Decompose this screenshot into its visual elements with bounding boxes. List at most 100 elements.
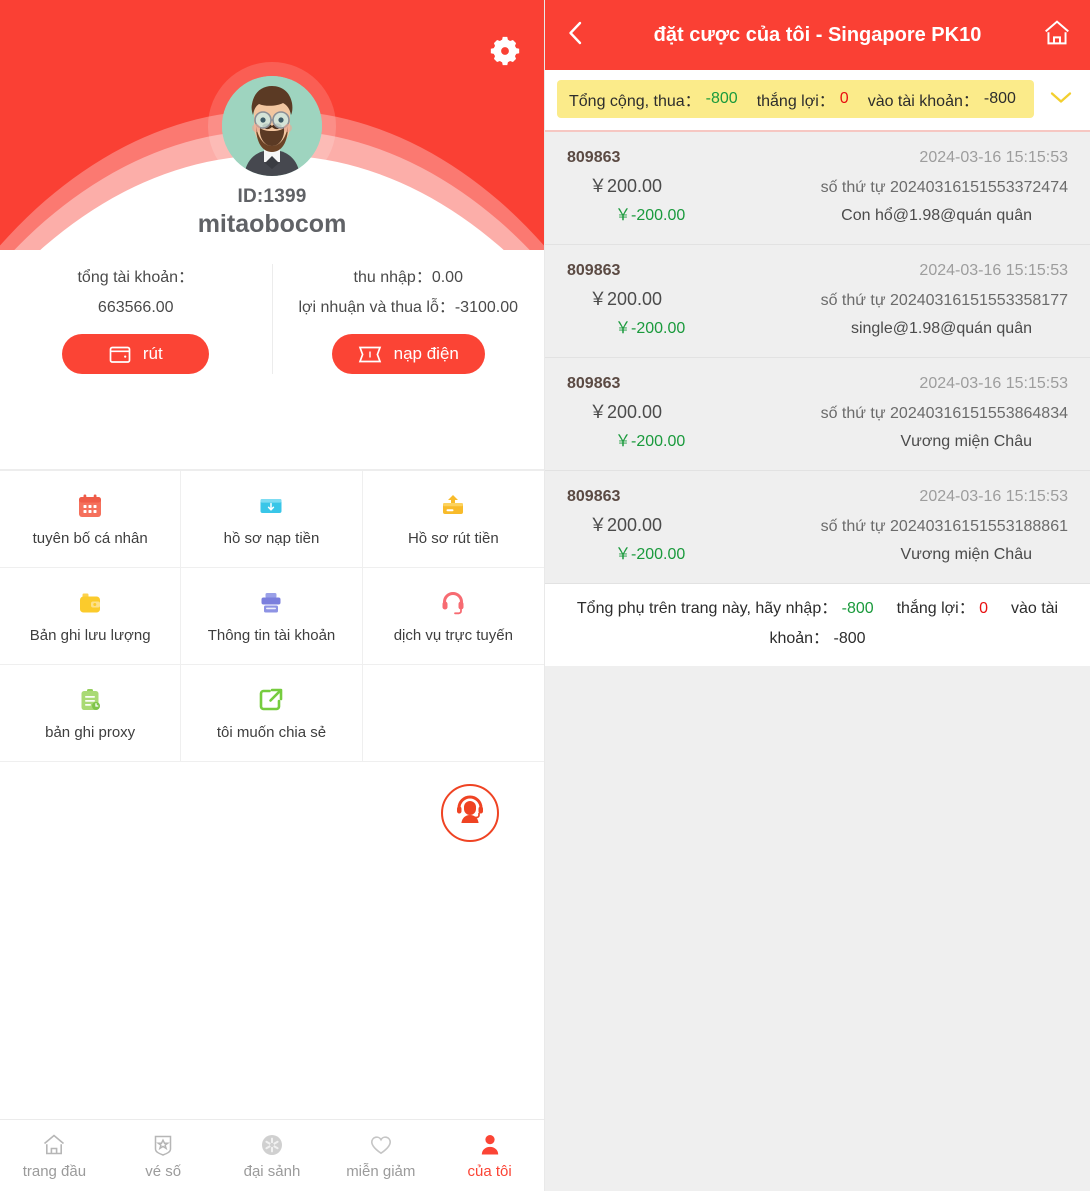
menu-item-label: Hồ sơ rút tiền [407, 530, 499, 547]
tab-discount[interactable]: miễn giảm [326, 1132, 435, 1180]
tab-lobby[interactable]: đại sảnh [218, 1132, 327, 1180]
avatar[interactable] [208, 62, 336, 190]
wallet-folder-icon [76, 588, 104, 618]
income-label: thu nhập： [353, 269, 432, 286]
menu-item-flow-record[interactable]: Bản ghi lưu lượng [0, 568, 182, 665]
menu-item-label: tôi muốn chia sẻ [216, 724, 327, 741]
summary-account-label: vào tài khoản： [867, 93, 979, 110]
tab-label: vé số [145, 1162, 182, 1180]
tab-label: đại sảnh [243, 1162, 301, 1180]
bet-row-line-2: ￥200.00 số thứ tự 20240316151553188861 [567, 511, 1068, 541]
bets-list: 809863 2024-03-16 15:15:53 ￥200.00 số th… [545, 132, 1090, 584]
summary-loss-value: -800 [705, 90, 738, 107]
bet-row[interactable]: 809863 2024-03-16 15:15:53 ￥200.00 số th… [545, 471, 1090, 584]
bet-row[interactable]: 809863 2024-03-16 15:15:53 ￥200.00 số th… [545, 132, 1090, 245]
page-total-prefix: Tổng phụ trên trang này, hãy nhập： [576, 600, 838, 617]
balance-total-col: tổng tài khoản： 663566.00 rút [0, 264, 273, 374]
menu-item-empty [362, 665, 544, 762]
bet-amount: ￥200.00 [589, 176, 663, 196]
calendar-icon [76, 491, 104, 521]
bottom-tabbar: trang đầu vé số đại sảnh miễn giảm của t… [0, 1119, 544, 1191]
tab-label: miễn giảm [346, 1162, 416, 1180]
app-root: ID:1399 mitaobocom tổng tài khoản： 66356… [0, 0, 1090, 1191]
headset-icon [439, 588, 467, 618]
menu-item-label: dịch vụ trực tuyến [393, 627, 513, 644]
bet-time: 2024-03-16 15:15:53 [919, 149, 1068, 166]
back-button[interactable] [563, 18, 603, 53]
bet-description: Vương miện Châu [900, 433, 1033, 450]
bets-header: đặt cược của tôi - Singapore PK10 [545, 0, 1090, 70]
profile-hero: ID:1399 mitaobocom [0, 0, 544, 250]
bet-id: 809863 [567, 262, 621, 279]
income-row: thu nhập：0.00 [281, 264, 537, 292]
bet-row[interactable]: 809863 2024-03-16 15:15:53 ￥200.00 số th… [545, 245, 1090, 358]
pnl-row: lợi nhuận và thua lỗ：-3100.00 [281, 292, 537, 324]
user-icon [477, 1132, 503, 1158]
bet-row[interactable]: 809863 2024-03-16 15:15:53 ￥200.00 số th… [545, 358, 1090, 471]
page-total-input-value: -800 [841, 600, 874, 617]
expand-summary-button[interactable] [1044, 87, 1078, 112]
deposit-button[interactable]: nạp điện [331, 334, 485, 374]
bet-id: 809863 [567, 488, 621, 505]
bet-row-line-3: ￥-200.00 Vương miện Châu [567, 428, 1068, 456]
menu-item-account-info[interactable]: Thông tin tài khoản [181, 568, 363, 665]
lottery-ticket-icon [150, 1132, 176, 1158]
menu-item-personal-statement[interactable]: tuyên bố cá nhân [0, 471, 182, 568]
page-total-win-value: 0 [979, 600, 989, 617]
headset-support-icon [452, 793, 488, 834]
income-value: 0.00 [431, 269, 463, 286]
bet-row-line-3: ￥-200.00 Con hổ@1.98@quán quân [567, 202, 1068, 230]
bet-amount: ￥200.00 [589, 402, 663, 422]
profile-identity: ID:1399 mitaobocom [0, 185, 544, 239]
gear-icon[interactable] [488, 34, 522, 68]
menu-item-deposit-records[interactable]: hồ sơ nạp tiền [181, 471, 363, 568]
menu-item-proxy-record[interactable]: bản ghi proxy [0, 665, 182, 762]
profile-panel: ID:1399 mitaobocom tổng tài khoản： 66356… [0, 0, 545, 1191]
bet-time: 2024-03-16 15:15:53 [919, 375, 1068, 392]
ticket-icon [358, 345, 382, 364]
bet-id: 809863 [567, 149, 621, 166]
wallet-icon [109, 345, 131, 364]
lobby-icon [259, 1132, 285, 1158]
menu-item-share[interactable]: tôi muốn chia sẻ [181, 665, 363, 762]
total-balance-label: tổng tài khoản： [77, 269, 195, 286]
customer-service-float-button[interactable] [441, 784, 499, 842]
content-blank-area [0, 762, 544, 1119]
bet-time: 2024-03-16 15:15:53 [919, 488, 1068, 505]
tab-home[interactable]: trang đầu [0, 1132, 109, 1180]
menu-item-label: Bản ghi lưu lượng [29, 627, 151, 644]
bet-amount: ￥200.00 [589, 515, 663, 535]
profile-divider-space [0, 382, 544, 470]
menu-item-label: Thông tin tài khoản [207, 627, 336, 644]
home-icon [41, 1132, 67, 1158]
proxy-record-icon [76, 685, 104, 715]
menu-item-label: tuyên bố cá nhân [32, 530, 148, 547]
pnl-label: lợi nhuận và thua lỗ： [298, 299, 455, 316]
bets-empty-area [545, 666, 1090, 1191]
bet-row-line-2: ￥200.00 số thứ tự 20240316151553864834 [567, 398, 1068, 428]
menu-item-online-service[interactable]: dịch vụ trực tuyến [362, 568, 544, 665]
tab-lottery[interactable]: vé số [109, 1132, 218, 1180]
withdraw-button[interactable]: rút [62, 334, 210, 374]
tab-label: của tôi [467, 1162, 512, 1180]
home-button[interactable] [1032, 18, 1072, 53]
profile-id: ID:1399 [237, 186, 307, 207]
bets-panel: đặt cược của tôi - Singapore PK10 Tổng c… [545, 0, 1090, 1191]
bet-row-line-1: 809863 2024-03-16 15:15:53 [567, 257, 1068, 285]
summary-account-value: -800 [983, 90, 1016, 107]
bet-description: single@1.98@quán quân [850, 320, 1032, 337]
page-total-win-label: thắng lợi： [896, 600, 975, 617]
bet-time: 2024-03-16 15:15:53 [919, 262, 1068, 279]
menu-item-withdraw-records[interactable]: Hồ sơ rút tiền [362, 471, 544, 568]
bets-summary-bar: Tổng cộng, thua： -800 thắng lợi： 0 vào t… [545, 70, 1090, 132]
balance-summary: tổng tài khoản： 663566.00 rút thu nhập：0… [0, 250, 544, 382]
share-icon [257, 685, 285, 715]
tab-mine[interactable]: của tôi [435, 1132, 544, 1180]
bet-row-line-2: ￥200.00 số thứ tự 20240316151553372474 [567, 172, 1068, 202]
bank-info-icon [257, 588, 285, 618]
bet-serial: số thứ tự 20240316151553188861 [820, 518, 1068, 535]
bet-description: Con hổ@1.98@quán quân [841, 207, 1032, 224]
page-total-bar: Tổng phụ trên trang này, hãy nhập： -800 … [545, 584, 1090, 666]
avatar-image [222, 76, 322, 176]
chevron-left-icon [563, 18, 589, 53]
